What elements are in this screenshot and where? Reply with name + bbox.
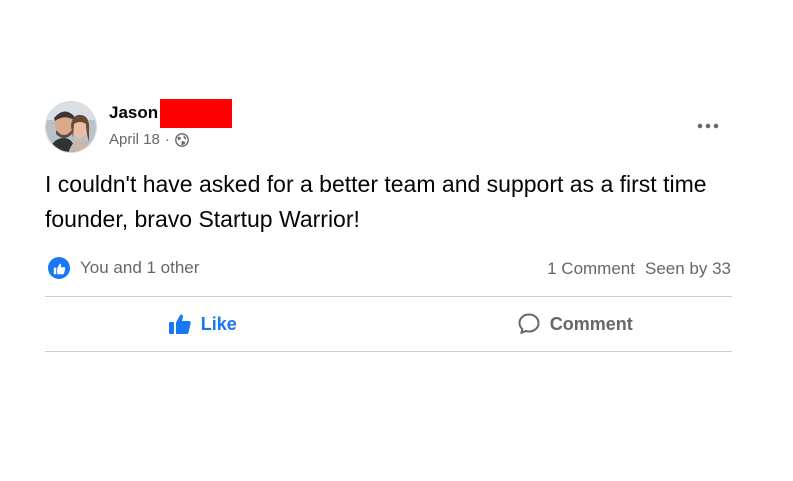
meta-separator: · (164, 131, 170, 148)
avatar[interactable] (45, 101, 97, 153)
comment-label: Comment (549, 313, 633, 334)
comment-button[interactable]: Comment (380, 297, 733, 351)
reactions-text[interactable]: You and 1 other (80, 258, 199, 278)
post-date[interactable]: April 18 (109, 131, 160, 148)
comment-count[interactable]: 1 Comment (547, 259, 635, 279)
reactions-summary[interactable]: You and 1 other (48, 257, 199, 279)
author-name[interactable]: Jason (109, 103, 158, 123)
like-reaction-icon (48, 257, 70, 279)
more-options-icon (697, 123, 719, 129)
like-label: Like (200, 313, 237, 334)
more-options-button[interactable] (694, 117, 722, 135)
post-meta: April 18 · (109, 131, 189, 148)
seen-by-count[interactable]: Seen by 33 (645, 259, 731, 279)
comment-bubble-icon (518, 313, 540, 334)
like-button[interactable]: Like (45, 297, 380, 351)
post-counts: 1 Comment Seen by 33 (547, 259, 731, 279)
post-actions: Like Comment (45, 297, 732, 351)
divider-bottom (45, 351, 732, 352)
post-message: I couldn't have asked for a better team … (45, 171, 707, 232)
globe-icon[interactable] (174, 132, 189, 147)
thumbs-up-icon (168, 314, 191, 334)
avatar-photo (46, 102, 96, 152)
post-card: Jason April 18 · I couldn't have asked f… (0, 0, 793, 481)
name-redaction (160, 99, 232, 128)
